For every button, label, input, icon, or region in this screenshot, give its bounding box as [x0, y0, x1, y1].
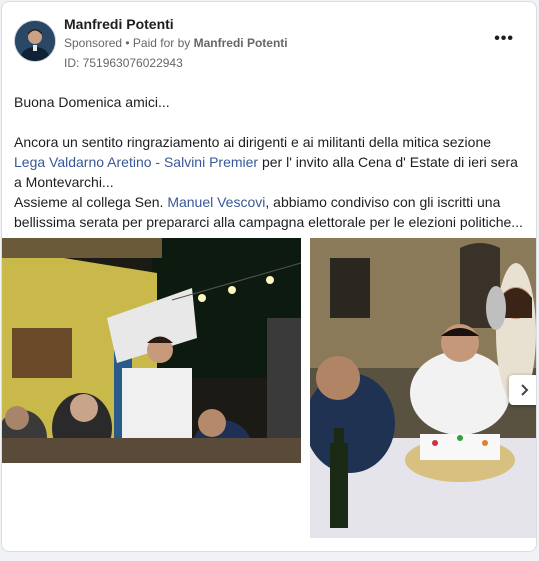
page-link[interactable]: Lega Valdarno Aretino - Salvini Premier: [14, 154, 258, 170]
dinner-photo-speaker[interactable]: [2, 238, 301, 463]
post-text: Buona Domenica amici... Ancora un sentit…: [14, 92, 529, 232]
greeting-text: Buona Domenica amici...: [14, 94, 170, 110]
author-name[interactable]: Manfredi Potenti: [64, 16, 174, 32]
text-line: Ancora un sentito ringraziamento ai diri…: [14, 134, 492, 150]
ad-card: Manfredi Potenti Sponsored • Paid for by…: [1, 1, 537, 552]
paid-for-name[interactable]: Manfredi Potenti: [194, 36, 288, 50]
ad-id: ID: 751963076022943: [64, 56, 183, 70]
avatar[interactable]: [14, 20, 56, 62]
more-options-icon[interactable]: •••: [494, 30, 514, 48]
person-link[interactable]: Manuel Vescovi: [167, 194, 265, 210]
separator: •: [122, 36, 133, 50]
text-line: Assieme al collega Sen.: [14, 194, 168, 210]
sponsored-label: Sponsored: [64, 36, 123, 50]
paid-for-prefix: Paid for by: [132, 36, 194, 50]
sponsored-meta: Sponsored • Paid for by Manfredi Potenti: [64, 36, 288, 50]
photo-gallery: [2, 238, 536, 538]
chevron-right-icon[interactable]: [509, 375, 536, 405]
paragraph: Assieme al collega Sen. Manuel Vescovi, …: [14, 192, 529, 232]
dinner-photo-cake[interactable]: [310, 238, 536, 538]
paragraph: Ancora un sentito ringraziamento ai diri…: [14, 132, 529, 192]
